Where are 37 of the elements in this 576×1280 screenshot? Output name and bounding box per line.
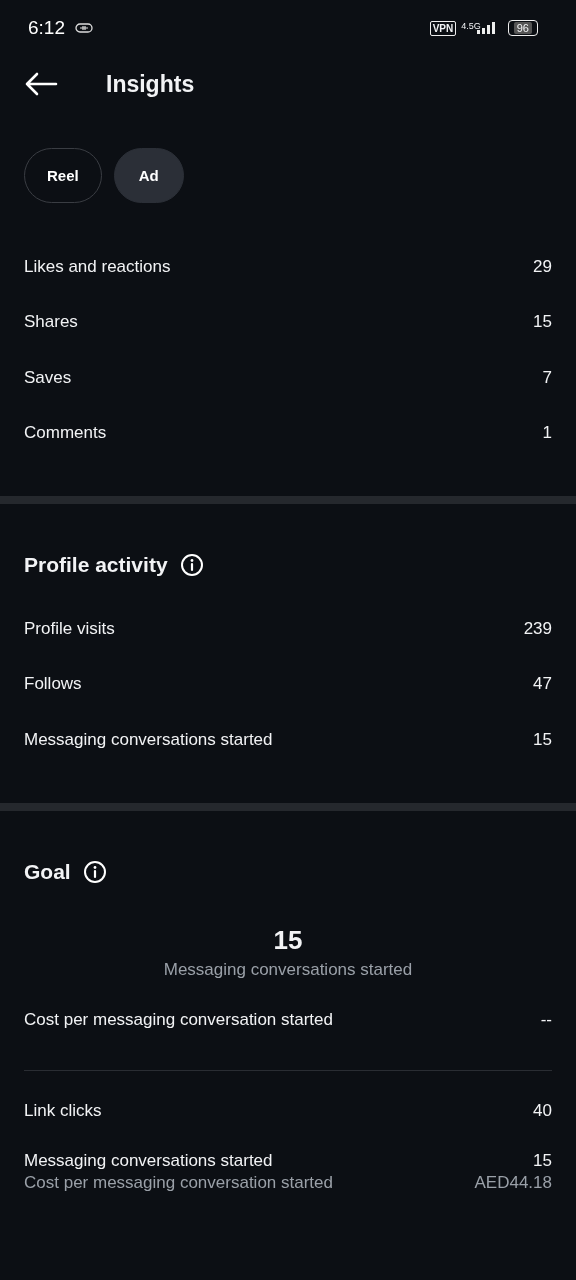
vpn-badge: VPN xyxy=(429,20,457,36)
metric-value: 239 xyxy=(523,618,552,639)
metric-label: Shares xyxy=(24,312,78,333)
back-button[interactable] xyxy=(24,72,58,96)
metric-label: Messaging conversations started xyxy=(24,729,273,750)
metric-label: Messaging conversations started xyxy=(24,1150,274,1171)
metric-value: 1 xyxy=(542,423,552,444)
metric-label: Cost per messaging conversation started xyxy=(24,1010,333,1031)
metric-label: Link clicks xyxy=(24,1100,102,1121)
metric-value: 7 xyxy=(542,367,552,388)
metric-label: Profile visits xyxy=(24,618,115,639)
metric-value: 47 xyxy=(533,674,552,695)
page-title: Insights xyxy=(106,70,195,98)
info-icon xyxy=(179,553,204,577)
metric-value: -- xyxy=(540,1010,552,1031)
metric-value: 15 xyxy=(533,312,552,333)
metric-label: Likes and reactions xyxy=(24,256,171,277)
section-title: Profile activity xyxy=(24,553,168,577)
metric-label: Cost per messaging conversation started xyxy=(24,1172,334,1193)
metric-label: Follows xyxy=(24,674,82,695)
goal-value: 15 xyxy=(273,924,303,956)
back-arrow-icon xyxy=(24,72,58,96)
metric-value: AED44.18 xyxy=(474,1172,552,1193)
metric-value: 40 xyxy=(533,1100,552,1121)
metric-value: 15 xyxy=(533,729,552,750)
metric-label: Saves xyxy=(24,367,72,388)
tab[interactable]: Ad xyxy=(113,148,184,203)
metric-label: Comments xyxy=(24,423,107,444)
section-title: Goal xyxy=(24,859,71,884)
metric-value: 29 xyxy=(533,256,552,277)
info-icon xyxy=(82,859,107,884)
cast-icon xyxy=(75,23,93,33)
metric-value: 15 xyxy=(532,1150,552,1171)
network-type: 4.5G xyxy=(461,21,481,31)
status-time: 6:12 xyxy=(28,17,65,39)
battery-level: 96 xyxy=(513,22,532,34)
goal-label: Messaging conversations started xyxy=(163,959,413,980)
